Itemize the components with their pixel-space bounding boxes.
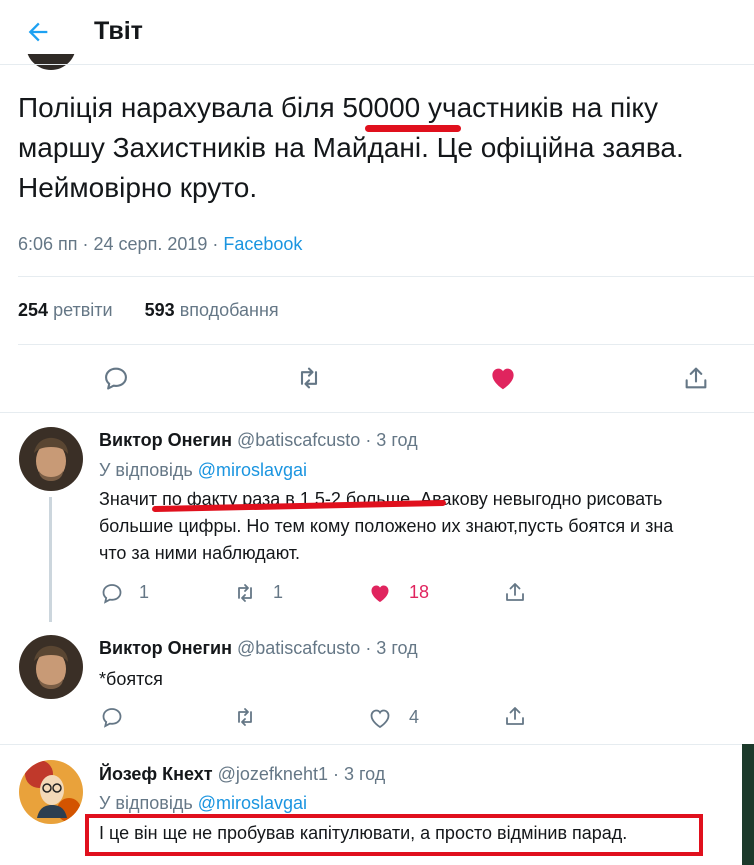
reply-button[interactable] — [100, 705, 124, 731]
retweets-count[interactable]: 254 — [18, 300, 48, 320]
avatar[interactable] — [19, 635, 83, 699]
reply-text-line: *боятся — [99, 669, 163, 689]
reply-icon — [105, 367, 127, 390]
author-handle[interactable]: @jozefkneht1 · 3 год — [218, 764, 386, 784]
divider — [0, 412, 754, 413]
like-count: 18 — [409, 581, 430, 602]
user-photo — [19, 427, 83, 491]
retweet-icon — [238, 708, 252, 726]
reply-to: У відповідь @miroslavgai — [99, 789, 307, 817]
reply-to: У відповідь @miroslavgai — [99, 456, 307, 484]
mention-link[interactable]: @miroslavgai — [198, 793, 307, 813]
share-button[interactable] — [682, 364, 712, 394]
likes-count[interactable]: 593 — [145, 300, 175, 320]
like-button[interactable] — [488, 363, 518, 393]
heart-filled-icon — [371, 585, 389, 602]
red-underline-highlight — [365, 125, 461, 132]
tweet-timestamp: 6:06 пп · 24 серп. 2019 · — [18, 234, 224, 254]
reply-icon — [102, 708, 122, 728]
share-icon — [506, 707, 524, 725]
retweet-button[interactable] — [294, 364, 324, 394]
top-bar: Твіт — [0, 0, 754, 62]
reply-button[interactable] — [102, 364, 132, 394]
author-handle[interactable]: @batiscafcusto · 3 год — [237, 638, 418, 658]
retweet-button[interactable]: 1 — [232, 581, 283, 607]
red-highlight-box — [85, 814, 703, 856]
heart-filled-icon — [492, 368, 514, 390]
author-name[interactable]: Виктор Онегин — [99, 430, 232, 450]
share-button[interactable] — [503, 704, 527, 730]
share-icon — [685, 367, 707, 389]
divider — [0, 64, 754, 65]
reply-author[interactable]: Виктор Онегин @batiscafcusto · 3 год — [99, 638, 418, 659]
page-title: Твіт — [94, 17, 143, 45]
author-handle[interactable]: @batiscafcusto · 3 год — [237, 430, 418, 450]
back-button[interactable] — [24, 18, 52, 46]
retweet-icon — [300, 367, 318, 389]
avatar[interactable] — [19, 427, 83, 491]
share-icon — [506, 583, 524, 601]
page-edge-strip — [742, 744, 754, 865]
like-button[interactable]: 4 — [368, 706, 419, 732]
author-name[interactable]: Йозеф Кнехт — [99, 764, 213, 784]
reply-icon — [102, 584, 122, 604]
user-illustration — [19, 760, 83, 824]
reply-text-line: что за ними наблюдают. — [99, 543, 301, 563]
avatar[interactable] — [19, 760, 83, 824]
arrow-left-icon — [28, 22, 48, 42]
source-link[interactable]: Facebook — [223, 234, 302, 254]
author-name[interactable]: Виктор Онегин — [99, 638, 232, 658]
reply-to-prefix: У відповідь — [99, 460, 198, 480]
divider — [18, 344, 754, 345]
tweet-text: Поліція нарахувала біля 50000 участників… — [18, 92, 684, 203]
tweet-stats: 254 ретвіти 593 вподобання — [18, 300, 279, 321]
mention-link[interactable]: @miroslavgai — [198, 460, 307, 480]
tweet-meta: 6:06 пп · 24 серп. 2019 · Facebook — [18, 234, 302, 255]
reply-text-line: большие цифры. Но тем кому положено их з… — [99, 516, 674, 536]
reply-author[interactable]: Виктор Онегин @batiscafcusto · 3 год — [99, 430, 418, 451]
retweet-count: 1 — [273, 581, 284, 602]
share-button[interactable] — [503, 580, 527, 606]
like-button[interactable]: 18 — [368, 581, 429, 607]
retweet-button[interactable] — [232, 705, 258, 731]
divider — [18, 276, 754, 277]
reply-author[interactable]: Йозеф Кнехт @jozefkneht1 · 3 год — [99, 764, 385, 785]
likes-label[interactable]: вподобання — [180, 300, 279, 320]
reply-to-prefix: У відповідь — [99, 793, 198, 813]
like-count: 4 — [409, 706, 420, 727]
heart-outline-icon — [370, 709, 390, 729]
thread-line — [49, 497, 52, 622]
retweet-icon — [238, 584, 252, 602]
user-photo — [19, 635, 83, 699]
divider — [0, 744, 742, 745]
retweets-label[interactable]: ретвіти — [53, 300, 113, 320]
reply-button[interactable]: 1 — [100, 581, 149, 607]
reply-count: 1 — [139, 581, 150, 602]
